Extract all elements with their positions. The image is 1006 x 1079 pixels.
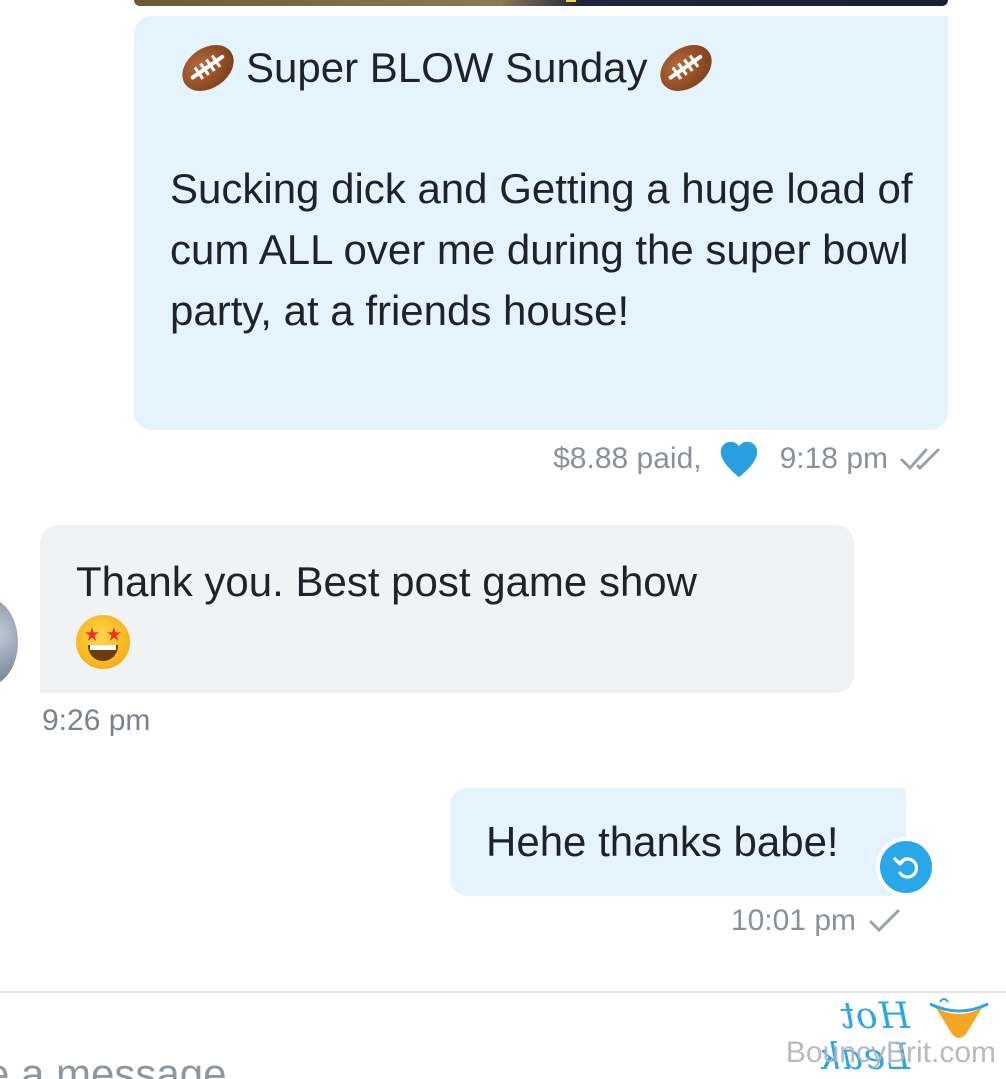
message-time: 10:01 pm — [730, 904, 856, 937]
message-bubble-outgoing[interactable]: Super BLOW Sunday Sucking dick and Getti… — [134, 16, 948, 430]
media-highlight — [566, 0, 576, 2]
message-body: Thank you. Best post game show — [76, 558, 697, 605]
undo-icon — [893, 857, 919, 879]
message-time: 9:26 pm — [42, 704, 151, 737]
message-meta: 10:01 pm — [731, 904, 902, 938]
avatar[interactable] — [0, 598, 18, 686]
paid-label: $8.88 paid, — [553, 442, 702, 475]
heart-icon[interactable] — [716, 436, 762, 482]
message-title-row: Super BLOW Sunday — [170, 35, 912, 101]
message-body: Sucking dick and Getting a huge load of … — [170, 165, 913, 334]
chat-screen: Super BLOW Sunday Sucking dick and Getti… — [0, 0, 1006, 1079]
football-icon — [173, 35, 243, 101]
media-thumbnail-edge[interactable] — [134, 0, 948, 6]
message-body: Hehe thanks babe! — [486, 818, 839, 865]
message-bubble-outgoing[interactable]: Hehe thanks babe! — [450, 788, 906, 896]
watermark-site: BouncyBrit.com — [785, 1036, 996, 1069]
message-time: 9:18 pm — [779, 442, 888, 475]
undo-button[interactable] — [876, 837, 936, 897]
football-icon — [651, 35, 720, 101]
message-bubble-incoming[interactable]: Thank you. Best post game show — [40, 525, 854, 693]
watermark: Hot Leak BouncyBrit.com — [762, 990, 1002, 1078]
star-struck-emoji-icon — [76, 615, 130, 669]
message-title: Super BLOW Sunday — [246, 44, 648, 91]
message-meta: $8.88 paid, 9:18 pm — [553, 436, 946, 482]
check-icon — [869, 909, 900, 933]
message-input[interactable]: e a message — [0, 1050, 226, 1079]
double-check-icon — [900, 448, 940, 471]
